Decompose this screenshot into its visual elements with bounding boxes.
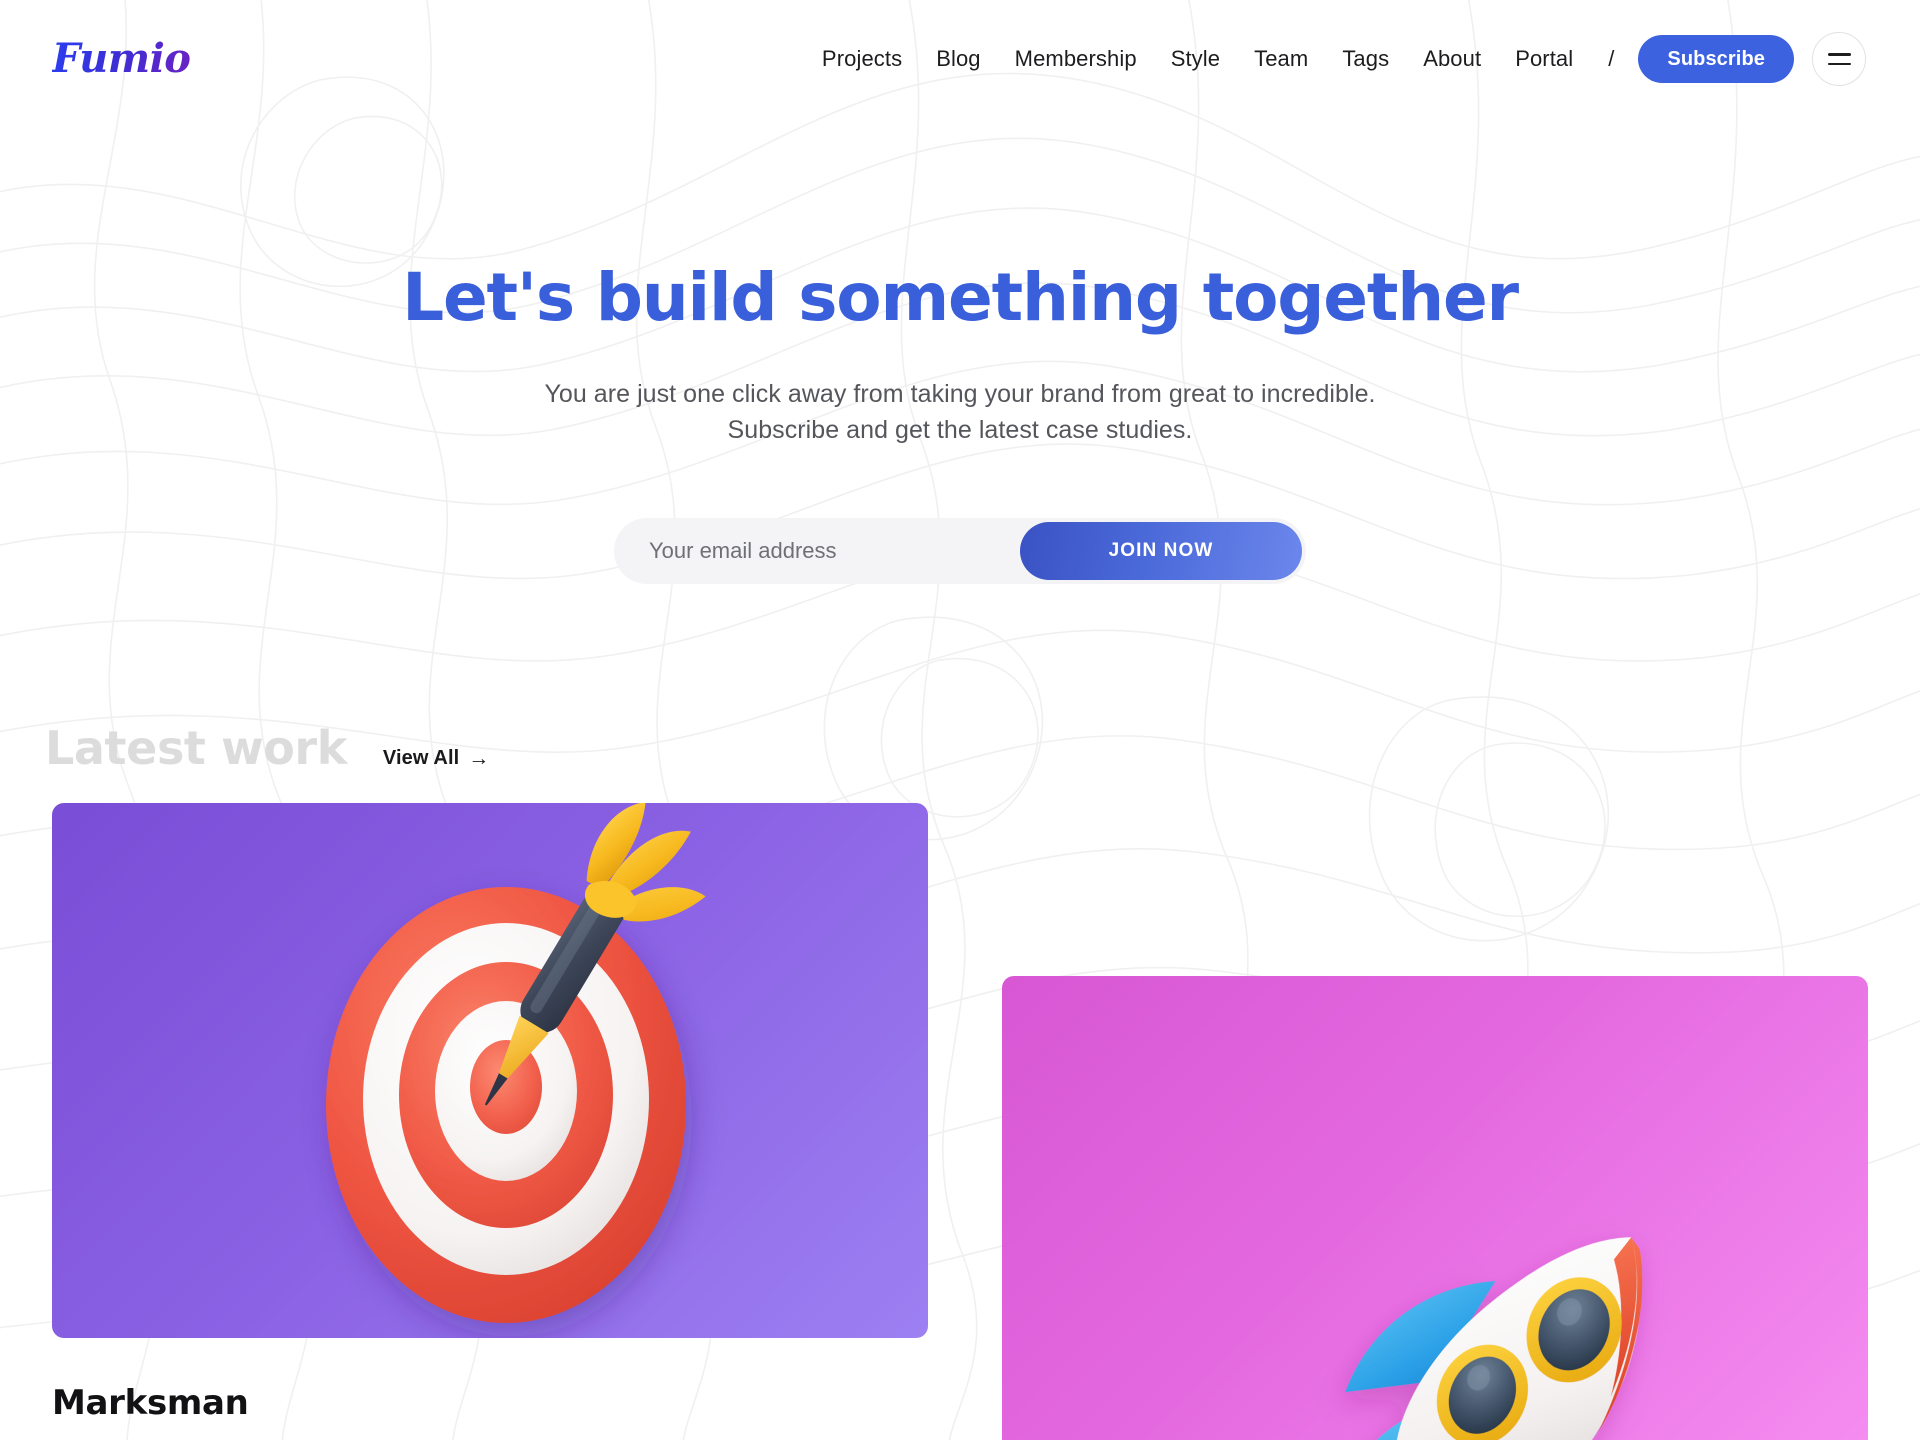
nav-link-tags[interactable]: Tags — [1325, 46, 1406, 72]
hero-subtitle-line-2: Subscribe and get the latest case studie… — [727, 415, 1193, 444]
nav-link-team[interactable]: Team — [1237, 46, 1325, 72]
nav-item-tags[interactable]: Tags — [1325, 46, 1406, 72]
email-input[interactable] — [618, 522, 1020, 580]
nav-link-style[interactable]: Style — [1154, 46, 1237, 72]
hero-section: Let's build something together You are j… — [0, 262, 1920, 448]
nav-item-team[interactable]: Team — [1237, 46, 1325, 72]
primary-navigation: Projects Blog Membership Style Team Tags… — [805, 32, 1866, 86]
subscribe-button[interactable]: Subscribe — [1638, 35, 1794, 83]
brand-logo[interactable]: Fumio — [52, 39, 191, 79]
nav-link-about[interactable]: About — [1406, 46, 1498, 72]
hero-subtitle-line-1: You are just one click away from taking … — [544, 380, 1376, 409]
nav-separator: / — [1608, 46, 1615, 71]
nav-link-projects[interactable]: Projects — [805, 46, 919, 72]
rocket-illustration — [1335, 1237, 1643, 1440]
nav-item-blog[interactable]: Blog — [919, 46, 997, 72]
latest-work-header: Latest work View All → — [45, 725, 489, 771]
arrow-right-icon: → — [468, 747, 490, 770]
work-card-marksman[interactable]: Marksman — [52, 803, 928, 1423]
nav-link-list: Projects Blog Membership Style Team Tags… — [805, 46, 1590, 72]
hamburger-icon-bar-top — [1827, 53, 1851, 56]
work-card-rocket-image[interactable] — [1002, 976, 1868, 1440]
nav-item-about[interactable]: About — [1406, 46, 1498, 72]
newsletter-signup-form: JOIN NOW — [614, 518, 1306, 584]
hamburger-menu-button[interactable] — [1812, 32, 1866, 86]
hamburger-icon-bar-bottom — [1827, 62, 1851, 65]
dartboard-with-dart-illustration — [326, 803, 706, 1323]
view-all-link[interactable]: View All → — [383, 747, 490, 770]
nav-link-portal[interactable]: Portal — [1498, 46, 1590, 72]
view-all-label: View All — [382, 747, 460, 769]
work-card-title: Marksman — [52, 1383, 249, 1423]
work-card-marksman-image[interactable] — [52, 803, 928, 1338]
work-card-rocket[interactable] — [1002, 976, 1868, 1440]
section-title: Latest work — [45, 721, 347, 775]
nav-item-membership[interactable]: Membership — [998, 46, 1154, 72]
nav-link-membership[interactable]: Membership — [998, 46, 1154, 72]
nav-item-style[interactable]: Style — [1154, 46, 1237, 72]
hero-subtitle: You are just one click away from taking … — [0, 377, 1920, 448]
join-now-button[interactable]: JOIN NOW — [1020, 522, 1302, 580]
nav-item-projects[interactable]: Projects — [805, 46, 919, 72]
site-header: Fumio Projects Blog Membership Style Tea… — [0, 0, 1920, 118]
page-title: Let's build something together — [402, 259, 1519, 336]
nav-link-blog[interactable]: Blog — [919, 46, 997, 72]
nav-item-portal[interactable]: Portal — [1498, 46, 1590, 72]
